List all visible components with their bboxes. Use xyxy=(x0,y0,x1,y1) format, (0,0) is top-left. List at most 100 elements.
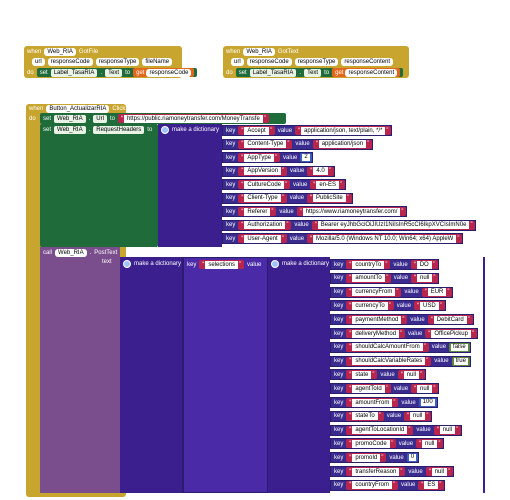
text-value[interactable]: 4.0 xyxy=(313,167,328,175)
key-value-pair[interactable]: key “transferReason” value “null” xyxy=(330,466,455,477)
key-value-pair[interactable]: key “Accept” value “application/json, text/… xyxy=(222,125,393,136)
component-dropdown[interactable]: Web_RIA xyxy=(44,47,76,56)
text-value[interactable]: countryTo xyxy=(352,260,385,269)
text-value[interactable]: Referer xyxy=(244,207,271,216)
text-value[interactable]: Content-Type xyxy=(244,140,287,148)
key-value-pair[interactable]: key “agentToId” value “null” xyxy=(330,383,440,395)
text-value[interactable]: null xyxy=(403,370,420,379)
text-block[interactable]: “OfficePickup” xyxy=(425,329,477,338)
key-string-block[interactable]: “CultureCode” xyxy=(238,180,291,189)
key-value-pair[interactable]: key “User-Agent” value “Mozilla/5.0 (Window… xyxy=(222,233,464,244)
text-value[interactable]: null xyxy=(417,274,433,283)
event-param[interactable]: responseType xyxy=(95,57,140,66)
key-string-block[interactable]: “deliveryMethod” xyxy=(346,329,406,338)
text-block[interactable]: “null” xyxy=(397,370,426,380)
text-value[interactable]: User-Agent xyxy=(244,234,281,243)
key-value-pair[interactable]: key “shouldCalcVariableRates” value true xyxy=(330,355,471,367)
key-string-block[interactable]: “Client-Type” xyxy=(238,193,287,203)
text-value[interactable]: transferReason xyxy=(352,467,400,476)
selections-pair-block[interactable]: key “selections” value xyxy=(183,257,268,493)
key-value-pair[interactable]: key “promoCode” value “null” xyxy=(330,438,445,450)
text-value[interactable]: null xyxy=(422,439,438,448)
key-value-pair[interactable]: key “amountTo” value “null” xyxy=(330,272,440,284)
headers-dictionary-block[interactable]: make a dictionary xyxy=(158,124,222,247)
get-block[interactable]: get responseCode xyxy=(133,68,195,77)
key-value-pair[interactable]: key “stateTo” value “null” xyxy=(330,410,433,422)
key-value-pair[interactable]: key “AppVersion” value “4.0” xyxy=(222,165,335,177)
text-block[interactable]: “DebitCard” xyxy=(427,315,473,325)
prop-dropdown[interactable]: RequestHeaders xyxy=(93,125,145,134)
target-dropdown[interactable]: Label_TasaRIA xyxy=(249,68,297,77)
gottext-event-block[interactable]: when Web_RIA GotText url responseCode resp… xyxy=(223,46,409,78)
value[interactable]: 100 xyxy=(420,399,435,406)
key-string-block[interactable]: “amountTo” xyxy=(346,273,391,283)
text-value[interactable]: application/json xyxy=(318,140,367,148)
text-block[interactable]: “Bearer eyJhbGciOiJIUzI1NiIsInR5cCI6IkpX… xyxy=(311,220,476,230)
text-value[interactable]: amountTo xyxy=(352,274,385,283)
key-value-pair[interactable]: key “Referer” value “https://www.riamoneytr… xyxy=(222,206,408,217)
key-value-pair[interactable]: key “countryFrom” value “ES” xyxy=(330,479,446,491)
key-value-pair[interactable]: key “currencyTo” value “USD” xyxy=(330,300,446,312)
text-value[interactable]: Accept xyxy=(244,126,269,135)
event-param[interactable]: responseCode xyxy=(246,57,292,66)
event-param[interactable]: fileName xyxy=(142,57,173,66)
prop-dropdown[interactable]: Text xyxy=(304,68,322,77)
target-dropdown[interactable]: Label_TasaRIA xyxy=(50,68,98,77)
text-value[interactable]: state xyxy=(352,370,372,379)
event-param[interactable]: responseCode xyxy=(47,57,93,66)
gear-icon[interactable] xyxy=(123,259,131,268)
key-value-pair[interactable]: key “AppType” value 2 xyxy=(222,152,313,163)
key-string-block[interactable]: “shouldCalcVariableRates” xyxy=(346,356,432,366)
text-value[interactable]: agentToId xyxy=(352,384,385,393)
set-headers-block[interactable]: set Web_RIA . RequestHeaders to xyxy=(40,124,158,247)
call-posttext-block[interactable]: call Web_RIA . PostText text xyxy=(40,247,120,493)
key-string-block[interactable]: “Accept” xyxy=(238,126,275,135)
boolean-block[interactable]: false xyxy=(449,342,470,352)
text-block[interactable]: “en-ES” xyxy=(310,180,346,189)
key-value-pair[interactable]: key “countryTo” value “DO” xyxy=(330,259,439,270)
get-block[interactable]: get responseContent xyxy=(332,68,401,77)
text-value[interactable]: OfficePickup xyxy=(431,329,471,338)
inner-dictionary-block[interactable]: make a dictionary xyxy=(268,257,330,493)
value[interactable]: false xyxy=(451,343,468,351)
key-string-block[interactable]: “transferReason” xyxy=(346,467,406,476)
text-block[interactable]: “null” xyxy=(425,467,454,476)
component-dropdown[interactable]: Web_RIA xyxy=(55,248,87,257)
value[interactable]: 2 xyxy=(302,154,310,161)
key-string-block[interactable]: “AppVersion” xyxy=(238,166,288,176)
get-variable[interactable]: responseContent xyxy=(345,68,398,77)
text-value[interactable]: AppType xyxy=(244,153,275,162)
key-value-pair[interactable]: key “CultureCode” value “en-ES” xyxy=(222,179,347,190)
text-value[interactable]: EUR xyxy=(427,288,447,297)
key-value-pair[interactable]: key “amountFrom” value 100 xyxy=(330,397,438,408)
value[interactable]: 0 xyxy=(408,454,417,462)
key-string-block[interactable]: “shouldCalcAmountFrom” xyxy=(346,342,429,352)
text-value[interactable]: Bearer eyJhbGciOiJIUzI1NiIsInR5cCI6IkpXV… xyxy=(317,221,470,229)
key-value-pair[interactable]: key “paymentMethod” value “DebitCard” xyxy=(330,314,474,326)
text-value[interactable]: en-ES xyxy=(316,180,340,189)
set-label-block[interactable]: set Label_TasaRIA . Text to get response… xyxy=(36,68,198,77)
key-string-block[interactable]: “promoId” xyxy=(346,453,387,463)
text-value[interactable]: DebitCard xyxy=(433,315,467,324)
set-label-block[interactable]: set Label_TasaRIA . Text to get response… xyxy=(235,68,404,77)
event-param[interactable]: url xyxy=(32,57,45,66)
number-block[interactable]: 0 xyxy=(406,453,419,463)
text-value[interactable]: promoCode xyxy=(352,439,390,448)
key-value-pair[interactable]: key “agentToLocationId” value “null” xyxy=(330,424,463,436)
text-block[interactable]: “null” xyxy=(411,273,439,283)
event-param[interactable]: responseType xyxy=(294,57,339,66)
text-value[interactable]: shouldCalcVariableRates xyxy=(352,357,426,366)
text-block[interactable]: “PublicSite” xyxy=(307,193,352,203)
key-string-block[interactable]: “AppType” xyxy=(238,153,281,162)
text-block[interactable]: “ES” xyxy=(418,480,445,490)
text-block[interactable]: “USD” xyxy=(414,301,445,311)
text-block[interactable]: “application/json” xyxy=(312,139,373,149)
text-value[interactable]: application/json, text/plain, */* xyxy=(301,126,386,135)
key-value-pair[interactable]: key “currencyFrom” value “EUR” xyxy=(330,286,454,298)
key-string-block[interactable]: “User-Agent” xyxy=(238,234,287,243)
text-value[interactable]: CultureCode xyxy=(244,180,285,189)
text-value[interactable]: https://www.riamoneytransfer.com/ xyxy=(302,207,401,216)
key-string-block[interactable]: “paymentMethod” xyxy=(346,315,408,325)
number-block[interactable]: 100 xyxy=(418,398,437,407)
gear-icon[interactable] xyxy=(161,125,169,134)
